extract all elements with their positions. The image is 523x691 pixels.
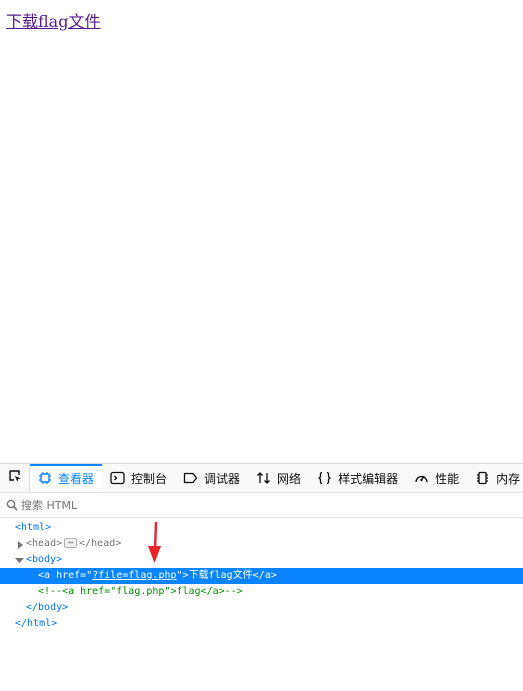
html-close-tag: </html> bbox=[15, 618, 58, 629]
search-html-input[interactable] bbox=[21, 498, 501, 512]
debugger-icon bbox=[183, 471, 198, 485]
devtools-panel: 查看器 控制台 调试器 网络 样式编辑器 性能 内存 搜索 HTML <html… bbox=[0, 463, 523, 691]
href-attr-name: href bbox=[56, 570, 81, 581]
body-close-tag: </body> bbox=[26, 602, 69, 613]
markup-tree: <html> <head> ⋯ </head> <body> <a href="?f… bbox=[0, 520, 523, 632]
markup-node-body-close[interactable]: </body> bbox=[0, 600, 523, 616]
attr-close-quote: "> bbox=[176, 570, 189, 581]
head-close-tag: </head> bbox=[79, 538, 122, 549]
attr-eq-quote: =" bbox=[80, 570, 93, 581]
tab-inspector-label: 查看器 bbox=[58, 471, 95, 486]
page-content: 下载flag文件 bbox=[0, 0, 523, 463]
tab-debugger[interactable]: 调试器 bbox=[175, 464, 248, 492]
markup-node-anchor-selected[interactable]: <a href="?file=flag.php">下载flag文件</a> bbox=[0, 568, 523, 584]
markup-node-head[interactable]: <head> ⋯ </head> bbox=[0, 536, 523, 552]
style-editor-icon bbox=[317, 471, 332, 485]
tab-network[interactable]: 网络 bbox=[248, 464, 309, 492]
anchor-close-tag: </a> bbox=[252, 570, 277, 581]
html-comment: <!--<a href="flag.php">flag</a>--> bbox=[38, 586, 243, 597]
collapse-twisty-icon[interactable] bbox=[15, 556, 24, 565]
download-flag-link[interactable]: 下载flag文件 bbox=[6, 8, 100, 32]
tab-style-editor[interactable]: 样式编辑器 bbox=[309, 464, 406, 492]
href-attr-value[interactable]: ?file=flag.php bbox=[92, 570, 176, 581]
tab-memory[interactable]: 内存 bbox=[467, 464, 523, 492]
performance-icon bbox=[414, 471, 429, 485]
html-open-tag: <html> bbox=[15, 522, 52, 533]
anchor-open-tag: <a bbox=[38, 570, 51, 581]
tab-network-label: 网络 bbox=[277, 471, 302, 486]
html-search-bar bbox=[0, 493, 523, 518]
tab-memory-label: 内存 bbox=[496, 471, 521, 486]
memory-icon bbox=[475, 471, 490, 485]
markup-node-html-close[interactable]: </html> bbox=[0, 616, 523, 632]
markup-node-body-open[interactable]: <body> bbox=[0, 552, 523, 568]
tab-inspector[interactable]: 查看器 bbox=[30, 464, 103, 492]
network-icon bbox=[256, 471, 271, 485]
collapsed-content-badge[interactable]: ⋯ bbox=[64, 538, 78, 548]
inspector-icon bbox=[38, 471, 52, 485]
markup-node-html-open[interactable]: <html> bbox=[0, 520, 523, 536]
console-icon bbox=[110, 471, 125, 485]
tab-style-editor-label: 样式编辑器 bbox=[338, 471, 399, 486]
tab-performance[interactable]: 性能 bbox=[406, 464, 467, 492]
markup-node-comment[interactable]: <!--<a href="flag.php">flag</a>--> bbox=[0, 584, 523, 600]
body-open-tag: <body> bbox=[26, 554, 63, 565]
element-picker-button[interactable] bbox=[0, 464, 30, 492]
tab-debugger-label: 调试器 bbox=[204, 471, 241, 486]
expand-twisty-icon[interactable] bbox=[16, 540, 25, 549]
anchor-text-node: 下载flag文件 bbox=[188, 570, 253, 581]
tab-console[interactable]: 控制台 bbox=[102, 464, 175, 492]
element-picker-icon bbox=[7, 468, 23, 488]
devtools-toolbar: 查看器 控制台 调试器 网络 样式编辑器 性能 内存 bbox=[0, 464, 523, 493]
tab-console-label: 控制台 bbox=[131, 471, 168, 486]
search-icon bbox=[6, 496, 18, 515]
tab-performance-label: 性能 bbox=[435, 471, 460, 486]
head-open-tag: <head> bbox=[26, 538, 63, 549]
annotation-arrow-icon bbox=[145, 521, 165, 569]
